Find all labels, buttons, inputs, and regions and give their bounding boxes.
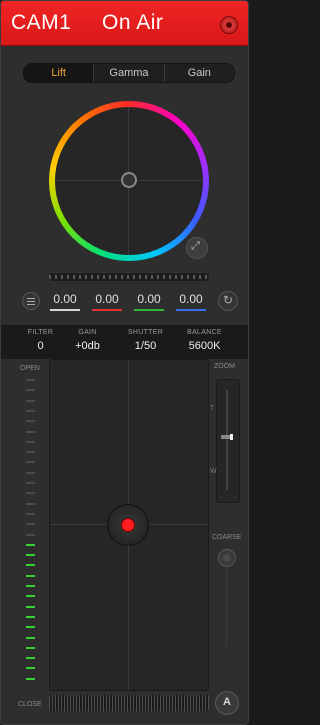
setting-balance-value: 5600K <box>188 340 221 352</box>
iris-meter-segment <box>26 430 35 433</box>
zoom-thumb[interactable] <box>221 434 233 440</box>
luma-underline <box>50 309 80 311</box>
iris-meter-segment <box>26 595 35 598</box>
iris-meter-segment <box>26 615 35 618</box>
auto-focus-icon[interactable]: A <box>215 691 239 715</box>
luma-value[interactable]: 0.00 <box>49 292 81 306</box>
reset-icon[interactable]: ↻ <box>218 291 238 311</box>
iris-meter-segment <box>26 512 35 515</box>
iris-meter-segment <box>26 502 35 505</box>
setting-shutter-value: 1/50 <box>134 340 157 352</box>
wheel-reset-icon[interactable]: ⤢ <box>186 237 208 259</box>
iris-meter-segment <box>26 533 35 536</box>
iris-open-label: OPEN <box>20 365 40 372</box>
color-wheel[interactable] <box>49 101 209 261</box>
setting-shutter[interactable]: SHUTTER 1/50 <box>118 329 173 352</box>
iris-meter-segment <box>26 585 35 587</box>
menu-icon[interactable] <box>22 292 40 310</box>
iris-meter-segment <box>26 657 35 660</box>
iris-meter-segment <box>26 667 35 670</box>
iris-level-meter <box>26 379 35 689</box>
color-wheel-handle[interactable] <box>121 172 137 188</box>
coarse-knob[interactable] <box>218 549 236 567</box>
iris-meter-segment <box>26 409 35 412</box>
iris-meter-segment <box>26 440 35 443</box>
joystick-handle[interactable] <box>107 504 149 546</box>
green-value[interactable]: 0.00 <box>133 292 165 306</box>
iris-meter-segment <box>26 543 35 546</box>
tab-gamma[interactable]: Gamma <box>93 64 163 82</box>
wheel-mode-tabs: Lift Gamma Gain <box>23 63 235 83</box>
tab-gain[interactable]: Gain <box>163 64 234 82</box>
tab-lift[interactable]: Lift <box>24 64 94 82</box>
setting-gain-label: GAIN <box>78 329 97 336</box>
iris-meter-segment <box>26 492 35 495</box>
camera-settings-bar: FILTER 0 GAIN +0db SHUTTER 1/50 BALANCE … <box>1 325 248 359</box>
zoom-slot <box>226 390 228 490</box>
blue-value[interactable]: 0.00 <box>175 292 207 306</box>
focus-dial[interactable] <box>49 695 209 711</box>
iris-meter-segment <box>26 420 35 423</box>
iris-meter-segment <box>26 471 35 474</box>
red-value[interactable]: 0.00 <box>91 292 123 306</box>
camera-select-button[interactable] <box>220 16 238 34</box>
iris-meter-segment <box>26 399 35 402</box>
zoom-tele-label: T <box>210 405 215 412</box>
iris-meter-segment <box>26 564 35 567</box>
camera-name: CAM1 <box>11 11 72 34</box>
iris-meter-segment <box>26 451 35 454</box>
iris-meter-segment <box>26 646 35 649</box>
iris-meter-segment <box>26 677 35 680</box>
blue-underline <box>176 309 206 311</box>
iris-meter-segment <box>26 482 35 484</box>
iris-meter-segment <box>26 574 35 577</box>
setting-balance[interactable]: BALANCE 5600K <box>177 329 232 352</box>
iris-meter-segment <box>26 554 35 557</box>
joystick-indicator <box>121 518 135 532</box>
coarse-track <box>226 567 227 647</box>
iris-meter-segment <box>26 626 35 629</box>
iris-meter-segment <box>26 523 35 526</box>
coarse-label: COARSE <box>212 534 242 541</box>
iris-pedestal-joystick-pad[interactable] <box>49 359 209 691</box>
camera-header: CAM1 On Air <box>1 1 248 46</box>
camera-control-panel: CAM1 On Air Lift Gamma Gain ⤢ 0.00 0.00 … <box>0 0 249 725</box>
iris-close-label: CLOSE <box>18 701 42 708</box>
green-underline <box>134 309 164 311</box>
setting-shutter-label: SHUTTER <box>127 329 164 336</box>
iris-meter-segment <box>26 389 35 392</box>
zoom-label: ZOOM <box>214 363 235 370</box>
iris-meter-segment <box>26 605 35 608</box>
red-underline <box>92 309 122 311</box>
zoom-slider[interactable] <box>216 379 240 503</box>
zoom-wide-label: W <box>210 468 217 475</box>
setting-gain[interactable]: GAIN +0db <box>60 329 115 352</box>
iris-meter-segment <box>26 461 35 464</box>
iris-meter-segment <box>26 379 35 381</box>
iris-meter-segment <box>26 636 35 639</box>
on-air-status: On Air <box>102 11 164 34</box>
master-dial-bar[interactable] <box>49 273 209 281</box>
setting-balance-label: BALANCE <box>187 329 222 336</box>
setting-gain-value: +0db <box>75 340 100 352</box>
